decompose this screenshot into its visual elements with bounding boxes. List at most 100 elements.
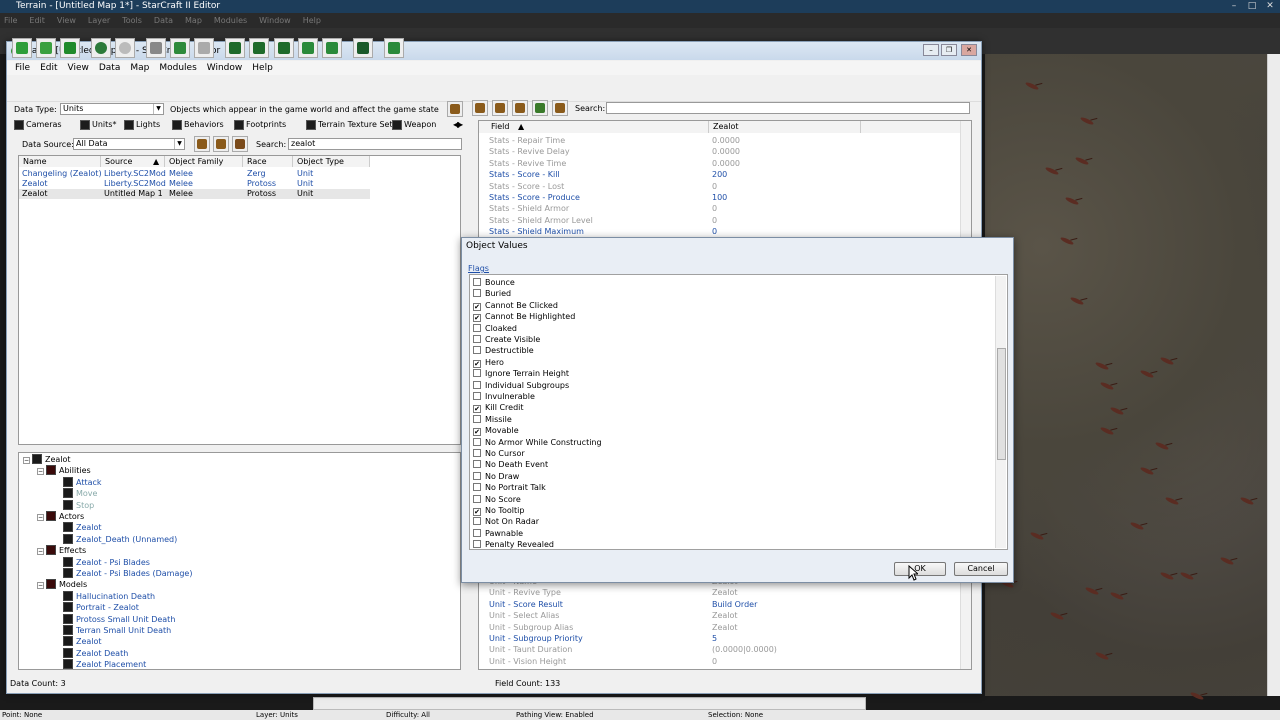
zealot-unit-marker[interactable] xyxy=(1084,586,1100,596)
main-menu-item[interactable]: View xyxy=(57,16,76,25)
tree-node-item[interactable]: Zealot xyxy=(63,522,102,533)
main-menu-item[interactable]: Data xyxy=(154,16,173,25)
tree-node-abilities[interactable]: − Abilities xyxy=(37,465,91,476)
checkbox-icon[interactable] xyxy=(473,471,481,480)
tree-node-item[interactable]: Zealot Death xyxy=(63,647,128,659)
minimize-icon[interactable]: – xyxy=(1226,0,1242,12)
col-object-family[interactable]: Object Family xyxy=(165,156,243,167)
tab-behaviors[interactable]: Behaviors xyxy=(170,118,224,132)
main-menu-item[interactable]: Map xyxy=(185,16,202,25)
checkbox-icon[interactable] xyxy=(473,369,481,378)
zealot-unit-marker[interactable] xyxy=(1139,369,1155,379)
flag-item[interactable]: ✔ Hero xyxy=(473,357,504,368)
flag-item[interactable]: Buried xyxy=(473,288,511,299)
list-row[interactable]: Zealot Liberty.SC2Mod Melee Protoss Unit xyxy=(19,179,370,189)
checkbox-icon[interactable] xyxy=(473,278,481,286)
tree-node-item[interactable]: Zealot - Psi Blades (Damage) xyxy=(63,568,192,579)
data-source-select[interactable]: All Data ▼ xyxy=(73,138,185,150)
tab-footprints[interactable]: Footprints xyxy=(232,118,286,132)
flags-scroll-thumb[interactable] xyxy=(997,348,1006,460)
checkbox-checked-icon[interactable]: ✔ xyxy=(473,302,481,311)
zealot-unit-marker[interactable] xyxy=(1099,381,1115,391)
checkbox-icon[interactable] xyxy=(473,414,481,423)
test-map-icon[interactable] xyxy=(384,38,404,58)
text-module-icon[interactable] xyxy=(298,38,318,58)
field-row[interactable]: Unit - Vision Height 0 xyxy=(483,656,959,667)
ai-module-icon[interactable] xyxy=(353,38,373,58)
flag-item[interactable]: No Cursor xyxy=(473,448,525,459)
checkbox-checked-icon[interactable]: ✔ xyxy=(473,405,481,414)
collapse-icon[interactable]: − xyxy=(37,548,44,556)
viewport-vertical-scrollbar[interactable] xyxy=(1267,54,1280,696)
tree-node-item[interactable]: Hallucination Death xyxy=(63,590,155,602)
collapse-icon[interactable]: − xyxy=(37,582,44,590)
zealot-unit-marker[interactable] xyxy=(1029,531,1045,541)
field-row[interactable]: Stats - Shield Armor 0 xyxy=(483,203,959,214)
zealot-unit-marker[interactable] xyxy=(1139,466,1155,476)
redo-icon[interactable] xyxy=(115,38,135,58)
flag-item[interactable]: Ignore Terrain Height xyxy=(473,368,569,379)
checkbox-icon[interactable] xyxy=(473,494,481,503)
checkbox-icon[interactable] xyxy=(473,540,481,549)
tree-node-item[interactable]: Move xyxy=(63,488,97,499)
zealot-unit-marker[interactable] xyxy=(1159,356,1175,366)
tree-node-item[interactable]: Terran Small Unit Death xyxy=(63,625,171,636)
col-value[interactable]: Zealot xyxy=(709,121,861,133)
close-icon[interactable]: ✕ xyxy=(1262,0,1278,12)
trigger-module-icon[interactable] xyxy=(249,38,269,58)
checkbox-icon[interactable] xyxy=(473,517,481,526)
flag-item[interactable]: ✔ Cannot Be Clicked xyxy=(473,300,558,311)
tab-scroll-right-icon[interactable]: ▶ xyxy=(457,120,463,129)
checkbox-icon[interactable] xyxy=(473,335,481,343)
col-source[interactable]: Source ▲ xyxy=(101,156,165,167)
filter-tools-icon[interactable] xyxy=(232,136,248,152)
main-menu-item[interactable]: File xyxy=(4,16,17,25)
main-menu-item[interactable]: Window xyxy=(259,16,291,25)
data-menu-item[interactable]: Modules xyxy=(159,63,196,73)
save-icon[interactable] xyxy=(60,38,80,58)
data-restore-icon[interactable]: ❐ xyxy=(941,44,957,56)
tab-units[interactable]: Units* xyxy=(78,118,116,132)
field-row[interactable]: Unit - Taunt Duration (0.0000|0.0000) xyxy=(483,644,959,655)
field-row[interactable]: Stats - Score - Produce 100 xyxy=(483,192,959,203)
field-row[interactable]: Unit - Score Result Build Order xyxy=(483,599,959,610)
zealot-unit-marker[interactable] xyxy=(1154,441,1170,451)
paste-icon[interactable] xyxy=(194,38,214,58)
checkbox-checked-icon[interactable]: ✔ xyxy=(473,314,481,323)
checkbox-icon[interactable] xyxy=(473,437,481,446)
data-minimize-icon[interactable]: – xyxy=(923,44,939,56)
zealot-unit-marker[interactable] xyxy=(1024,81,1040,91)
data-menu-item[interactable]: View xyxy=(68,63,89,73)
flag-item[interactable]: Pawnable xyxy=(473,528,523,539)
field-row[interactable]: Unit - Subgroup Alias Zealot xyxy=(483,622,959,633)
zealot-unit-marker[interactable] xyxy=(1069,296,1085,306)
new-icon[interactable] xyxy=(12,38,32,58)
view-table-icon[interactable] xyxy=(512,100,528,116)
collapse-icon[interactable]: − xyxy=(23,457,30,464)
collapse-icon[interactable]: − xyxy=(37,468,44,476)
tree-node-item[interactable]: Stop xyxy=(63,499,94,511)
open-icon[interactable] xyxy=(36,38,56,58)
flag-item[interactable]: No Score xyxy=(473,494,521,505)
flag-item[interactable]: No Draw xyxy=(473,471,519,482)
filter-icon[interactable] xyxy=(194,136,210,152)
flag-item[interactable]: ✔ Kill Credit xyxy=(473,402,524,414)
tab-weapon[interactable]: Weapon xyxy=(390,118,436,132)
zealot-unit-marker[interactable] xyxy=(1239,496,1255,506)
zealot-unit-marker[interactable] xyxy=(1079,116,1095,126)
data-menu-item[interactable]: Data xyxy=(99,63,121,73)
flag-item[interactable]: No Armor While Constructing xyxy=(473,437,602,448)
zealot-unit-marker[interactable] xyxy=(1044,166,1060,176)
zealot-unit-marker[interactable] xyxy=(1059,236,1075,246)
checkbox-icon[interactable] xyxy=(473,289,481,298)
data-menu-item[interactable]: Window xyxy=(207,63,243,73)
zealot-unit-marker[interactable] xyxy=(1064,196,1080,206)
main-menu-item[interactable]: Help xyxy=(303,16,321,25)
col-field[interactable]: Field ▲ xyxy=(479,121,709,133)
import-module-icon[interactable] xyxy=(322,38,342,58)
tree-node-item[interactable]: Protoss Small Unit Death xyxy=(63,613,175,625)
zealot-unit-marker[interactable] xyxy=(1109,591,1125,601)
terrain-viewport[interactable] xyxy=(985,54,1267,701)
col-name[interactable]: Name xyxy=(19,156,101,167)
field-row[interactable]: Stats - Revive Time 0.0000 xyxy=(483,158,959,169)
